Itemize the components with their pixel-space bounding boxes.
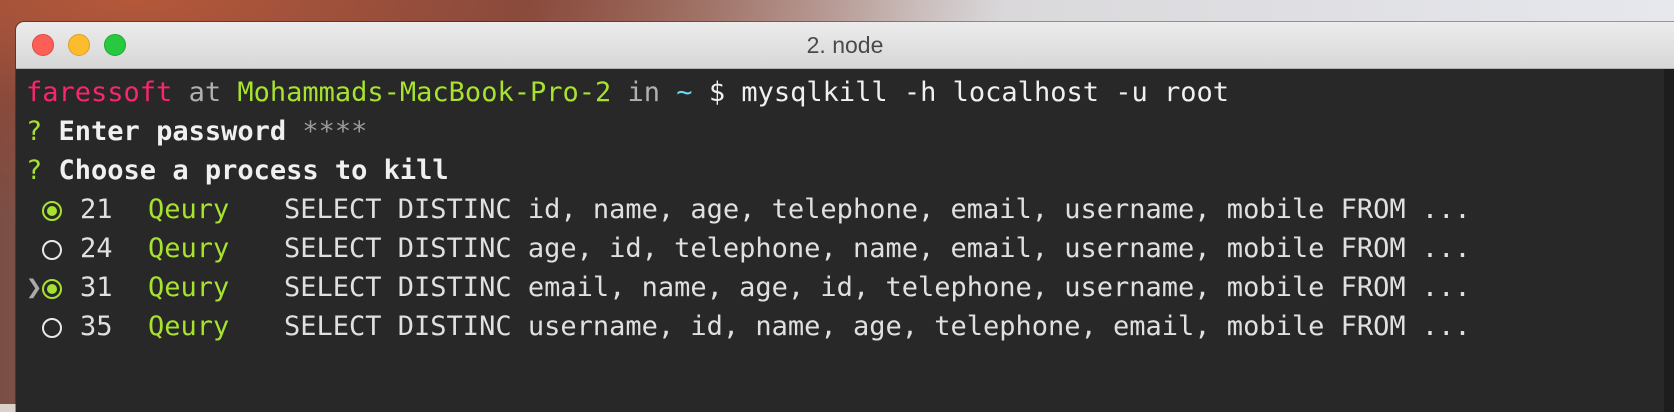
- question-mark: ?: [26, 116, 43, 147]
- radio-checked-icon[interactable]: [42, 201, 62, 221]
- radio-unchecked-icon[interactable]: [42, 240, 62, 260]
- process-query: SELECT DISTINC email, name, age, id, tel…: [284, 272, 1471, 303]
- radio-checked-icon[interactable]: [42, 279, 62, 299]
- scrollbar-track[interactable]: [1664, 69, 1674, 412]
- process-id: 21: [80, 194, 113, 225]
- question-password: ? Enter password ****: [26, 112, 1674, 151]
- password-answer: ****: [302, 116, 368, 147]
- process-row[interactable]: 21 Qeury SELECT DISTINC id, name, age, tel…: [26, 190, 1674, 229]
- radio-unchecked-icon[interactable]: [42, 318, 62, 338]
- question-choose: ? Choose a process to kill: [26, 151, 1674, 190]
- prompt-symbol: $: [708, 77, 726, 108]
- prompt-in: in: [627, 77, 661, 108]
- process-id: 35: [80, 311, 113, 342]
- process-type: Qeury: [148, 311, 230, 342]
- title-bar[interactable]: 2. node: [16, 22, 1674, 69]
- process-query: SELECT DISTINC username, id, name, age, …: [284, 311, 1471, 342]
- window-title: 2. node: [806, 32, 884, 58]
- prompt-line: faressoft at Mohammads-MacBook-Pro-2 in …: [26, 73, 1674, 112]
- question-mark: ?: [26, 155, 43, 186]
- process-row[interactable]: ❯ 31 Qeury SELECT DISTINC email, name, age,…: [26, 268, 1674, 307]
- prompt-at: at: [188, 77, 222, 108]
- process-row[interactable]: 24 Qeury SELECT DISTINC age, id, telephone…: [26, 229, 1674, 268]
- prompt-host: Mohammads-MacBook-Pro-2: [237, 77, 612, 108]
- terminal-window: 2. node faressoft at Mohammads-MacBook-P…: [16, 22, 1674, 412]
- command-text: mysqlkill -h localhost -u root: [741, 77, 1230, 108]
- process-type: Qeury: [148, 233, 230, 264]
- terminal-content[interactable]: faressoft at Mohammads-MacBook-Pro-2 in …: [16, 69, 1674, 412]
- pointer-caret-icon: ❯: [26, 272, 43, 303]
- process-query: SELECT DISTINC id, name, age, telephone,…: [284, 194, 1471, 225]
- prompt-user: faressoft: [26, 77, 173, 108]
- process-id: 31: [80, 272, 113, 303]
- process-type: Qeury: [148, 272, 230, 303]
- question-text: Choose a process to kill: [58, 155, 449, 186]
- prompt-dir: ~: [676, 77, 693, 108]
- process-query: SELECT DISTINC age, id, telephone, name,…: [284, 233, 1471, 264]
- process-row[interactable]: 35 Qeury SELECT DISTINC username, id, name…: [26, 307, 1674, 346]
- question-text: Enter password: [58, 116, 287, 147]
- process-type: Qeury: [148, 194, 230, 225]
- process-id: 24: [80, 233, 113, 264]
